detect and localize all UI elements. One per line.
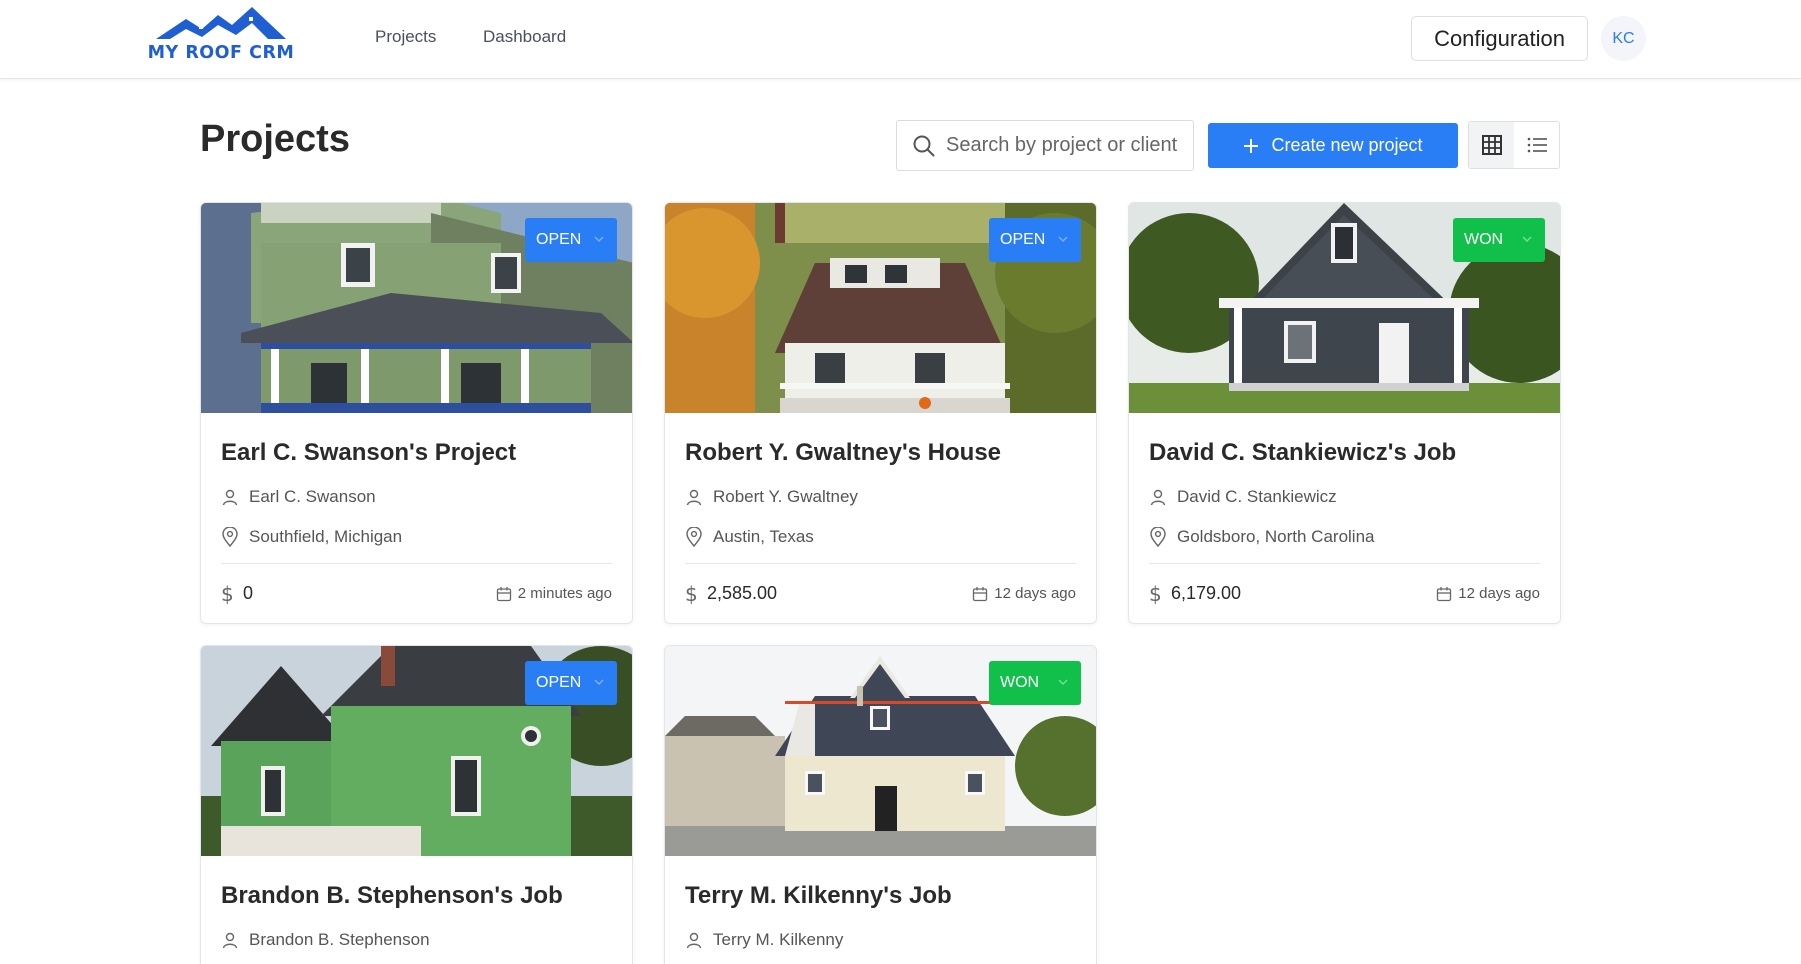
location-text: Southfield, Michigan: [249, 527, 403, 546]
project-photo: WON: [665, 646, 1096, 856]
brand-logo[interactable]: MY ROOF CRM: [140, 5, 302, 63]
create-project-button[interactable]: Create new project: [1208, 123, 1458, 168]
chevron-down-icon: [1058, 236, 1068, 242]
svg-text:$: $: [1149, 584, 1162, 604]
location-pin-icon: [686, 527, 702, 547]
client-row: Robert Y. Gwaltney: [685, 483, 1076, 511]
project-card[interactable]: OPEN Robert Y. Gwaltney's House Robert Y…: [664, 202, 1097, 624]
client-name: Earl C. Swanson: [249, 487, 376, 506]
dollar-icon: $: [685, 584, 698, 604]
card-footer: $ 2,585.00 12 days ago: [685, 563, 1076, 623]
amount-row: $ 2,585.00: [685, 583, 777, 604]
nav-dashboard-link[interactable]: Dashboard: [483, 27, 566, 47]
svg-text:$: $: [685, 584, 698, 604]
updated-row: 2 minutes ago: [496, 585, 612, 602]
status-badge[interactable]: OPEN: [989, 218, 1081, 262]
project-card[interactable]: WON Terry M. Kilkenny's Job Terry M. Kil…: [664, 645, 1097, 964]
status-label: OPEN: [536, 674, 582, 691]
client-name: Robert Y. Gwaltney: [713, 487, 858, 506]
user-icon: [222, 932, 238, 949]
status-label: WON: [1464, 231, 1504, 248]
status-label: OPEN: [536, 231, 582, 248]
search-input[interactable]: [946, 134, 1186, 157]
updated-row: 12 days ago: [972, 585, 1076, 602]
dollar-icon: $: [1149, 584, 1162, 604]
create-project-label: Create new project: [1271, 135, 1423, 155]
grid-view-button[interactable]: [1469, 122, 1514, 168]
card-footer: $ 0 2 minutes ago: [221, 563, 612, 623]
nav-projects-link[interactable]: Projects: [375, 27, 436, 47]
chevron-down-icon: [1058, 679, 1068, 685]
project-card[interactable]: WON David C. Stankiewicz's Job David C. …: [1128, 202, 1561, 624]
card-footer: $ 6,179.00 12 days ago: [1149, 563, 1540, 623]
client-name: David C. Stankiewicz: [1177, 487, 1337, 506]
updated-row: 12 days ago: [1436, 585, 1540, 602]
amount-value: 6,179.00: [1171, 583, 1242, 603]
amount-row: $ 6,179.00: [1149, 583, 1241, 604]
amount-value: 2,585.00: [707, 583, 778, 603]
amount-value: 0: [243, 583, 254, 603]
user-icon: [1150, 489, 1166, 506]
list-icon: [1527, 137, 1547, 153]
user-icon: [686, 932, 702, 949]
chevron-down-icon: [1522, 236, 1532, 242]
status-badge[interactable]: WON: [1453, 218, 1545, 262]
project-title[interactable]: Earl C. Swanson's Project: [221, 439, 612, 469]
updated-text: 12 days ago: [1458, 585, 1540, 602]
brand-name: MY ROOF CRM: [147, 43, 295, 63]
project-photo: OPEN: [201, 646, 632, 856]
project-photo: WON: [1129, 203, 1560, 413]
location-row: Austin, Texas: [685, 523, 1076, 551]
status-label: WON: [1000, 674, 1040, 691]
roof-logo-icon: [156, 7, 286, 39]
location-text: Austin, Texas: [713, 527, 814, 546]
calendar-icon: [1437, 586, 1452, 601]
user-avatar[interactable]: KC: [1601, 16, 1646, 61]
status-badge[interactable]: OPEN: [525, 661, 617, 705]
location-row: Southfield, Michigan: [221, 523, 612, 551]
page-title: Projects: [200, 118, 350, 160]
client-row: Terry M. Kilkenny: [685, 926, 1076, 954]
project-title[interactable]: Terry M. Kilkenny's Job: [685, 882, 1076, 912]
search-icon: [913, 135, 935, 156]
project-card[interactable]: OPEN Earl C. Swanson's Project Earl C. S…: [200, 202, 633, 624]
list-view-button[interactable]: [1514, 122, 1559, 168]
project-title[interactable]: Brandon B. Stephenson's Job: [221, 882, 612, 912]
status-badge[interactable]: WON: [989, 661, 1081, 705]
chevron-down-icon: [594, 236, 604, 242]
updated-text: 12 days ago: [994, 585, 1076, 602]
dollar-icon: $: [221, 584, 234, 604]
location-text: Goldsboro, North Carolina: [1177, 527, 1375, 546]
user-icon: [222, 489, 238, 506]
calendar-icon: [973, 586, 988, 601]
status-label: OPEN: [1000, 231, 1046, 248]
location-row: Goldsboro, North Carolina: [1149, 523, 1540, 551]
grid-icon: [1481, 135, 1502, 155]
configuration-button[interactable]: Configuration: [1411, 16, 1588, 61]
user-icon: [686, 489, 702, 506]
client-row: David C. Stankiewicz: [1149, 483, 1540, 511]
chevron-down-icon: [594, 679, 604, 685]
client-row: Earl C. Swanson: [221, 483, 612, 511]
client-name: Brandon B. Stephenson: [249, 930, 430, 949]
status-badge[interactable]: OPEN: [525, 218, 617, 262]
amount-row: $ 0: [221, 583, 253, 604]
calendar-icon: [496, 586, 511, 601]
location-pin-icon: [1150, 527, 1166, 547]
plus-icon: [1244, 138, 1259, 153]
project-photo: OPEN: [665, 203, 1096, 413]
project-title[interactable]: David C. Stankiewicz's Job: [1149, 439, 1540, 469]
svg-text:$: $: [221, 584, 234, 604]
search-box[interactable]: [896, 120, 1194, 171]
client-name: Terry M. Kilkenny: [713, 930, 844, 949]
project-title[interactable]: Robert Y. Gwaltney's House: [685, 439, 1076, 469]
client-row: Brandon B. Stephenson: [221, 926, 612, 954]
updated-text: 2 minutes ago: [517, 585, 612, 602]
view-toggle: [1468, 121, 1560, 169]
top-navbar: MY ROOF CRM Projects Dashboard Configura…: [0, 0, 1801, 79]
project-photo: OPEN: [201, 203, 632, 413]
location-pin-icon: [222, 527, 238, 547]
project-card[interactable]: OPEN Brandon B. Stephenson's Job Brandon…: [200, 645, 633, 964]
